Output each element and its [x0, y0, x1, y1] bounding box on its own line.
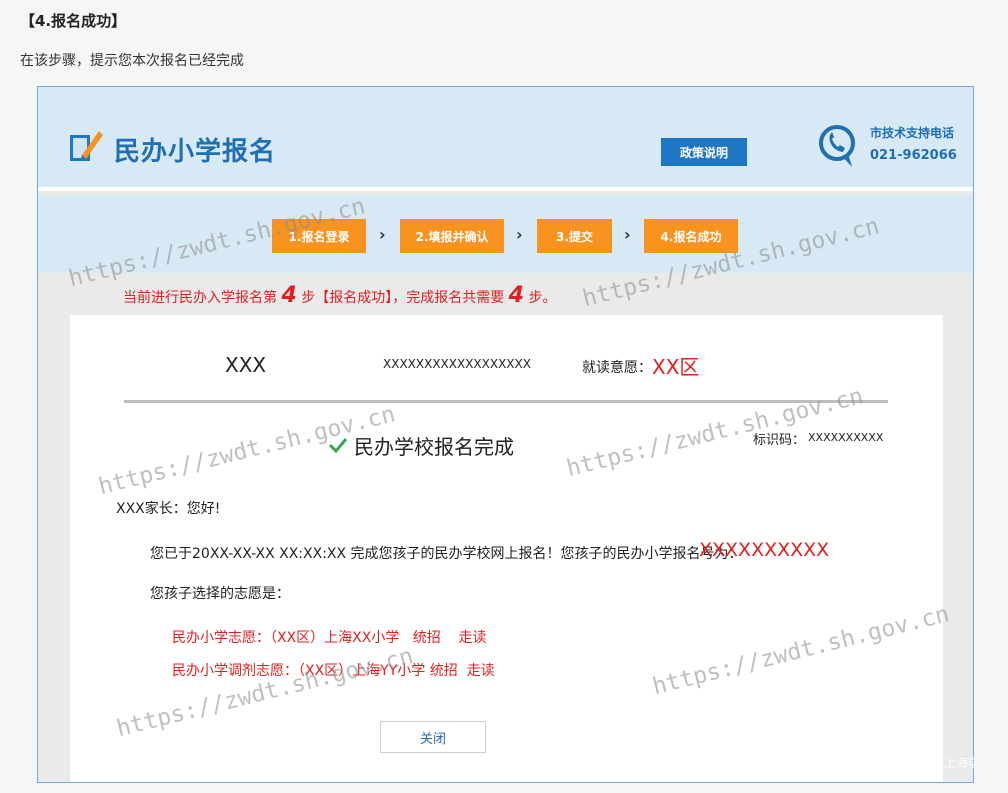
site-header: 民办小学报名 政策说明 市技术支持电话 021-962066: [38, 87, 973, 191]
student-id: XXXXXXXXXXXXXXXXXX: [383, 357, 531, 371]
progress-total: 4: [508, 283, 524, 308]
divider: [124, 400, 888, 403]
preference-2: 民办小学调剂志愿：（XX区）上海YY小学 统招 走读: [172, 663, 495, 679]
step-2: 2.填报并确认: [400, 219, 504, 253]
step-bar: 1.报名登录 › 2.填报并确认 › 3.提交 › 4.报名成功: [38, 195, 973, 273]
pencil-book-icon: [70, 131, 103, 161]
result-card: XXX XXXXXXXXXXXXXXXXXX 就读意愿： XX区 民办学校报名完…: [70, 315, 943, 782]
step-arrow-icon: ›: [379, 225, 386, 244]
will-value: XX区: [652, 355, 700, 379]
policy-button[interactable]: 政策说明: [661, 138, 747, 166]
close-button[interactable]: 关闭: [380, 721, 486, 753]
step-arrow-icon: ›: [516, 225, 523, 244]
step-1: 1.报名登录: [272, 219, 366, 253]
preference-1: 民办小学志愿：（XX区）上海XX小学 统招 走读: [172, 630, 487, 646]
greeting: XXX家长：您好!: [116, 501, 221, 517]
step-3: 3.提交: [537, 219, 612, 253]
check-icon: [328, 438, 348, 454]
progress-message: 当前进行民办入学报名第 4 步【报名成功】，完成报名共需要 4 步。: [123, 283, 556, 308]
corner-watermark: 上海学: [944, 756, 981, 770]
progress-suffix: 步。: [528, 290, 557, 306]
done-text: 您已于20XX-XX-XX XX:XX:XX 完成您孩子的民办学校网上报名！您孩…: [150, 546, 743, 562]
registration-number: XXXXXXXXXX: [699, 539, 830, 561]
progress-middle: 步【报名成功】，完成报名共需要: [301, 290, 505, 306]
choice-label: 您孩子选择的志愿是：: [150, 586, 290, 602]
doc-heading: 【4.报名成功】: [20, 12, 127, 30]
code-label: 标识码：: [753, 433, 806, 448]
phone-support-icon: [819, 125, 855, 167]
student-name: XXX: [225, 353, 267, 377]
step-4: 4.报名成功: [644, 219, 738, 253]
progress-prefix: 当前进行民办入学报名第: [123, 290, 277, 306]
screenshot-frame: 民办小学报名 政策说明 市技术支持电话 021-962066 1.报名登录 › …: [37, 86, 974, 783]
step-arrow-icon: ›: [624, 225, 631, 244]
support-phone: 021-962066: [870, 148, 957, 163]
support-label: 市技术支持电话: [870, 126, 955, 140]
doc-description: 在该步骤，提示您本次报名已经完成: [20, 53, 244, 69]
progress-current: 4: [281, 283, 297, 308]
code-value: XXXXXXXXXX: [808, 431, 884, 444]
brand-title: 民办小学报名: [114, 137, 277, 167]
complete-title: 民办学校报名完成: [354, 435, 514, 459]
will-label: 就读意愿：: [582, 360, 652, 376]
